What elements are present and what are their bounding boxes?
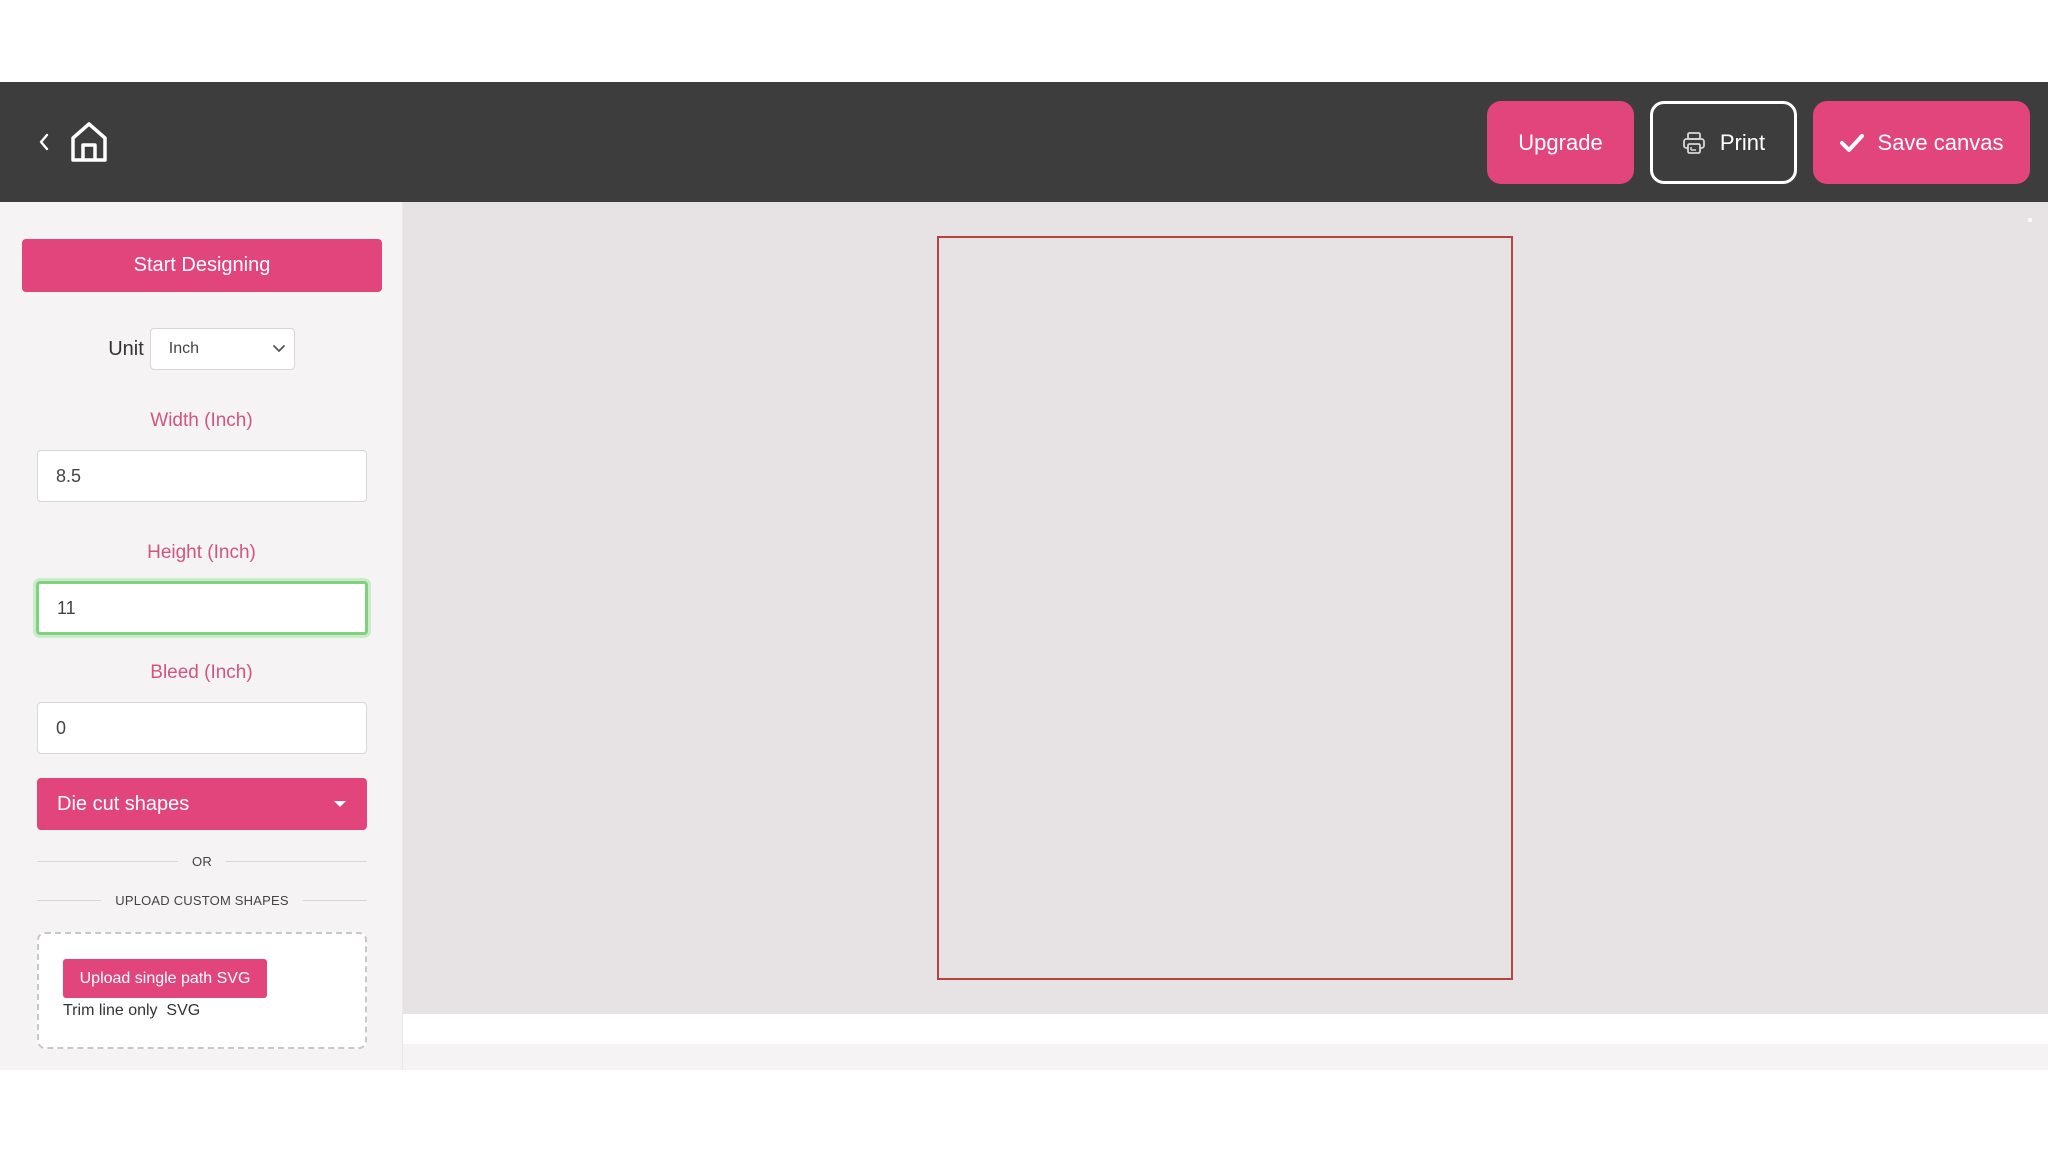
check-icon bbox=[1839, 133, 1864, 153]
chevron-down-icon bbox=[272, 345, 285, 353]
canvas-page-trim-line[interactable] bbox=[937, 236, 1513, 980]
upgrade-button[interactable]: Upgrade bbox=[1487, 101, 1634, 184]
print-label: Print bbox=[1719, 129, 1766, 155]
home-button[interactable] bbox=[68, 120, 110, 164]
or-label: OR bbox=[192, 854, 212, 869]
bleed-label: Bleed (Inch) bbox=[150, 662, 253, 683]
sidebar: Start Designing Unit Inch Width (Inch) 8… bbox=[0, 202, 403, 1070]
unit-label: Unit bbox=[108, 337, 144, 360]
height-value: 11 bbox=[57, 597, 76, 618]
upgrade-label: Upgrade bbox=[1518, 129, 1603, 155]
divider-line bbox=[225, 861, 367, 862]
bottom-bar bbox=[403, 1044, 2048, 1070]
unit-select-value: Inch bbox=[168, 340, 200, 357]
print-button[interactable]: Print bbox=[1650, 101, 1797, 184]
width-input[interactable]: 8.5 bbox=[37, 450, 367, 502]
home-icon bbox=[71, 122, 107, 162]
upload-svg-label: Upload single path SVG bbox=[79, 969, 251, 987]
divider-line bbox=[37, 900, 102, 901]
unit-select[interactable]: Inch bbox=[149, 328, 295, 370]
upload-svg-button[interactable]: Upload single path SVG bbox=[63, 959, 267, 998]
bleed-value: 0 bbox=[56, 717, 67, 738]
upload-custom-shapes-label: UPLOAD CUSTOM SHAPES bbox=[115, 893, 289, 908]
corner-dot bbox=[2028, 218, 2032, 222]
printer-icon bbox=[1682, 131, 1706, 155]
start-designing-label: Start Designing bbox=[133, 254, 271, 276]
die-cut-shapes-dropdown[interactable]: Die cut shapes bbox=[37, 778, 367, 830]
caret-down-icon bbox=[334, 801, 346, 807]
divider-line bbox=[302, 900, 367, 901]
width-value: 8.5 bbox=[56, 465, 82, 486]
bleed-input[interactable]: 0 bbox=[37, 702, 367, 754]
upload-dropzone[interactable]: Upload single path SVG Trim line only SV… bbox=[37, 932, 367, 1049]
upload-custom-shapes-divider: UPLOAD CUSTOM SHAPES bbox=[37, 893, 367, 908]
start-designing-button[interactable]: Start Designing bbox=[22, 239, 382, 292]
height-label: Height (Inch) bbox=[147, 542, 256, 563]
or-divider: OR bbox=[37, 854, 367, 869]
back-button[interactable] bbox=[32, 126, 56, 158]
die-cut-shapes-label: Die cut shapes bbox=[57, 792, 190, 815]
height-input[interactable]: 11 bbox=[36, 581, 368, 635]
canvas-workspace[interactable] bbox=[403, 202, 2048, 1014]
chevron-left-icon bbox=[39, 133, 49, 151]
width-label: Width (Inch) bbox=[150, 410, 253, 431]
divider-line bbox=[37, 861, 179, 862]
save-canvas-label: Save canvas bbox=[1877, 129, 2004, 155]
trim-line-note: Trim line only SVG bbox=[63, 1002, 201, 1019]
horizontal-scrollbar-track[interactable] bbox=[403, 1014, 2048, 1044]
save-canvas-button[interactable]: Save canvas bbox=[1813, 101, 2030, 184]
unit-row: Unit Inch bbox=[0, 328, 403, 370]
top-band bbox=[0, 0, 2048, 82]
